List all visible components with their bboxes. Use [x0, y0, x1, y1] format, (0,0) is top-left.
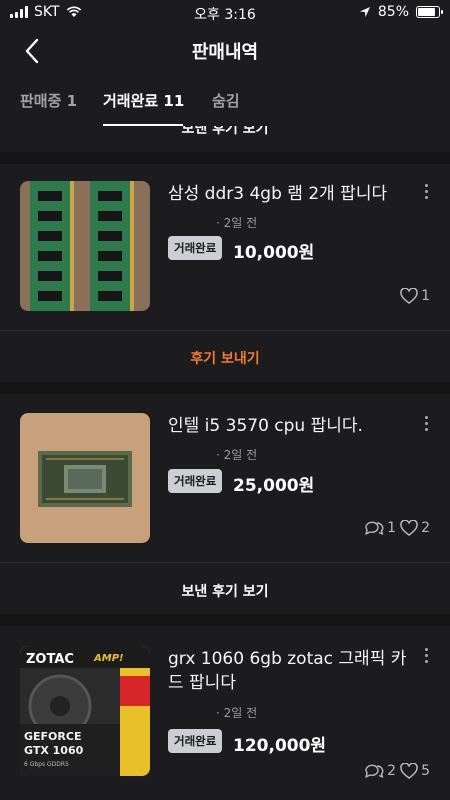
- sales-list[interactable]: 보낸 후기 보기 삼성 ddr3 4gb 램 2개 팝니다 · 2일 전 거래완…: [0, 126, 450, 800]
- item-stats: 2 5: [364, 763, 430, 779]
- more-options-icon[interactable]: [424, 648, 428, 666]
- battery-percent: 85%: [377, 4, 409, 20]
- item-time: · 2일 전: [216, 706, 258, 720]
- divider: [0, 562, 450, 563]
- status-badge: 거래완료: [168, 469, 223, 493]
- status-badge: 거래완료: [168, 236, 223, 260]
- gpu-model-text: GTX 1060: [24, 744, 84, 757]
- like-count-value: 1: [421, 288, 430, 304]
- battery-level: [418, 8, 435, 16]
- gpu-memory-text: 6 Gbps GDDR5: [24, 761, 69, 768]
- page-title: 판매내역: [191, 42, 259, 63]
- item-price: 10,000원: [233, 243, 315, 263]
- location-arrow-icon: [359, 7, 370, 17]
- item-title[interactable]: 인텔 i5 3570 cpu 팝니다.: [168, 414, 413, 438]
- item-time: · 2일 전: [216, 216, 258, 230]
- status-bar: SKT 오후 3:16 85%: [0, 0, 450, 26]
- section-separator: [0, 382, 450, 394]
- tab-selling[interactable]: 판매중 1: [20, 90, 77, 111]
- chat-count-value: 2: [387, 763, 397, 779]
- item-price: 120,000원: [233, 736, 327, 756]
- status-badge: 거래완료: [168, 729, 223, 753]
- send-review-button[interactable]: 후기 보내기: [0, 348, 450, 368]
- like-count: 2: [400, 520, 430, 536]
- amp-logo: AMP!: [93, 653, 124, 664]
- section-separator: [0, 152, 450, 164]
- zotac-logo: ZOTAC: [26, 652, 74, 667]
- item-title[interactable]: 삼성 ddr3 4gb 램 2개 팝니다: [168, 182, 413, 206]
- chat-count: 1: [364, 520, 396, 536]
- heart-icon: [400, 520, 418, 536]
- item-time: · 2일 전: [216, 448, 258, 462]
- tab-completed[interactable]: 거래완료 11: [103, 90, 184, 111]
- tab-bar: 판매중 1 거래완료 11 숨김: [0, 78, 450, 126]
- view-sent-review-button[interactable]: 보낸 후기 보기: [0, 126, 450, 138]
- like-count: 5: [400, 763, 430, 779]
- chat-icon: [365, 764, 384, 778]
- gpu-series-text: GEFORCE: [24, 730, 81, 743]
- status-right: 85%: [359, 4, 443, 20]
- item-title[interactable]: grx 1060 6gb zotac 그래픽 카드 팝니다: [168, 647, 413, 695]
- item-image-graphics-card: ZOTAC AMP! GEFORCE GTX 1060 6 Gbps GDDR5: [20, 646, 150, 776]
- like-count: 1: [400, 288, 430, 304]
- tab-hidden[interactable]: 숨김: [212, 90, 240, 111]
- item-image-cpu: [20, 413, 150, 543]
- chat-count: 2: [364, 763, 396, 779]
- chat-icon: [365, 521, 384, 535]
- heart-icon: [400, 763, 418, 779]
- battery-icon: [416, 6, 443, 18]
- more-options-icon[interactable]: [424, 184, 428, 202]
- header: 판매내역: [0, 26, 450, 74]
- like-count-value: 5: [421, 763, 430, 779]
- more-options-icon[interactable]: [424, 416, 428, 434]
- like-count-value: 2: [421, 520, 430, 536]
- chat-count-value: 1: [387, 520, 397, 536]
- item-price: 25,000원: [233, 476, 315, 496]
- item-image-ram: [20, 181, 150, 311]
- section-separator: [0, 614, 450, 626]
- divider: [0, 330, 450, 331]
- view-sent-review-button[interactable]: 보낸 후기 보기: [0, 581, 450, 601]
- heart-icon: [400, 288, 418, 304]
- item-stats: 1 2: [364, 520, 430, 536]
- item-stats: 1: [400, 288, 430, 304]
